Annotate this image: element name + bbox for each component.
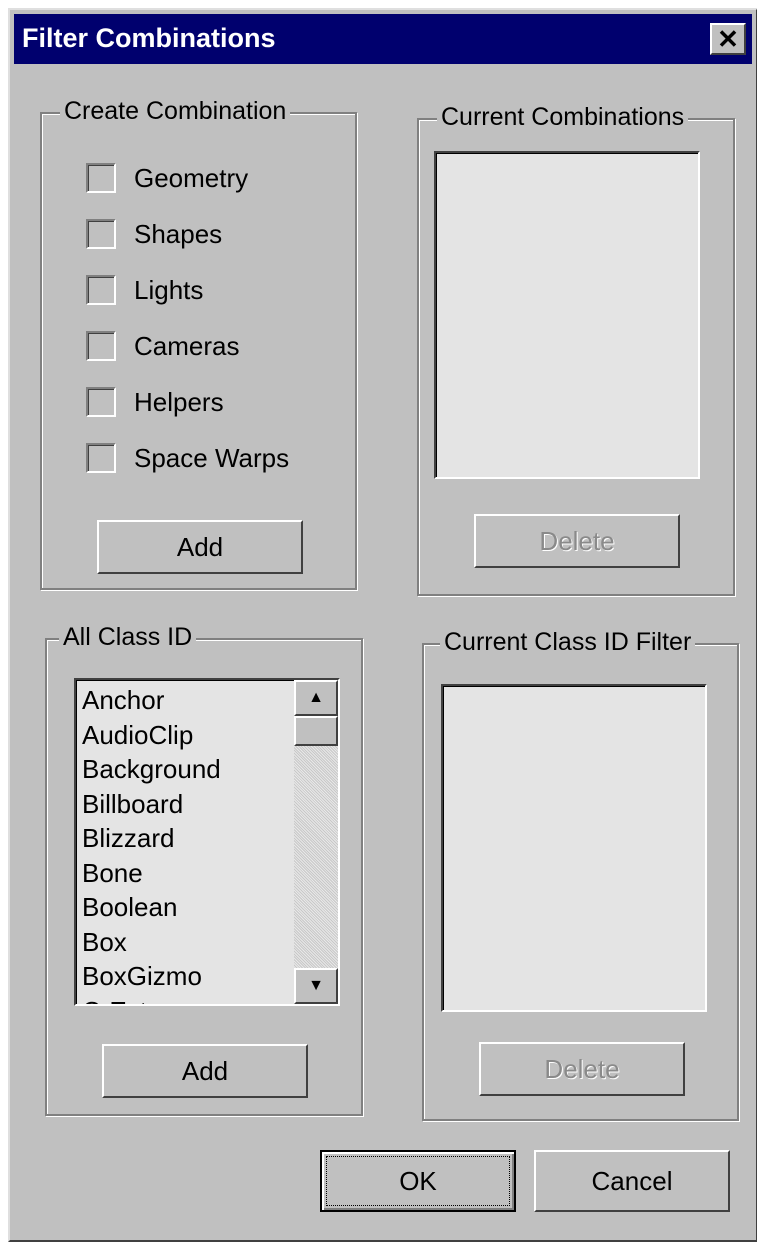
cameras-label: Cameras: [134, 330, 240, 361]
lights-label: Lights: [134, 274, 204, 305]
checkbox-space-warps[interactable]: Space Warps: [86, 441, 289, 475]
filter-combinations-dialog: Filter Combinations ✕ Create Combination…: [8, 8, 757, 1242]
current-combinations-label: Current Combinations: [437, 103, 689, 132]
list-item[interactable]: Anchor: [82, 683, 221, 718]
scroll-up-button[interactable]: ▲: [294, 680, 338, 716]
shapes-checkbox[interactable]: [86, 219, 116, 249]
add-class-id-button[interactable]: Add: [102, 1044, 308, 1098]
scroll-thumb[interactable]: [294, 716, 338, 746]
checkbox-geometry[interactable]: Geometry: [86, 161, 248, 195]
checkbox-lights[interactable]: Lights: [86, 273, 203, 307]
list-item[interactable]: Boolean: [82, 890, 221, 925]
delete-combination-label: Delete: [539, 525, 615, 556]
cancel-button[interactable]: Cancel: [534, 1150, 730, 1212]
helpers-label: Helpers: [134, 386, 224, 417]
list-item[interactable]: Billboard: [82, 787, 221, 822]
checkbox-cameras[interactable]: Cameras: [86, 329, 239, 363]
add-class-id-label: Add: [181, 1055, 229, 1086]
list-item[interactable]: Background: [82, 752, 221, 787]
ok-button[interactable]: OK: [320, 1150, 516, 1212]
add-combination-button[interactable]: Add: [97, 520, 303, 574]
delete-class-id-button[interactable]: Delete: [479, 1042, 685, 1096]
list-item[interactable]: BoxGizmo: [82, 959, 221, 994]
scroll-down-icon: ▼: [308, 977, 324, 994]
cancel-label: Cancel: [591, 1165, 673, 1196]
all-class-id-list[interactable]: Anchor AudioClip Background Billboard Bl…: [74, 678, 340, 1006]
space-warps-label: Space Warps: [134, 442, 290, 473]
create-combination-group: Create Combination Geometry Shapes Light…: [40, 97, 357, 590]
current-class-id-filter-list[interactable]: [441, 684, 707, 1012]
delete-combination-button[interactable]: Delete: [474, 514, 680, 568]
add-combination-label: Add: [176, 531, 224, 562]
create-combination-label: Create Combination: [60, 97, 291, 126]
scroll-down-button[interactable]: ▼: [294, 968, 338, 1004]
current-class-id-filter-label: Current Class ID Filter: [440, 628, 696, 657]
all-class-id-label: All Class ID: [59, 623, 197, 652]
list-item[interactable]: Box: [82, 925, 221, 960]
list-item[interactable]: AudioClip: [82, 718, 221, 753]
current-combinations-list[interactable]: [434, 151, 700, 479]
shapes-label: Shapes: [134, 218, 223, 249]
current-combinations-group: Current Combinations Delete: [417, 103, 735, 596]
geometry-checkbox[interactable]: [86, 163, 116, 193]
helpers-checkbox[interactable]: [86, 387, 116, 417]
window-title: Filter Combinations: [22, 23, 276, 53]
checkbox-shapes[interactable]: Shapes: [86, 217, 222, 251]
list-item[interactable]: Bone: [82, 856, 221, 891]
lights-checkbox[interactable]: [86, 275, 116, 305]
checkbox-helpers[interactable]: Helpers: [86, 385, 224, 419]
cameras-checkbox[interactable]: [86, 331, 116, 361]
class-id-items: Anchor AudioClip Background Billboard Bl…: [82, 683, 221, 1005]
class-id-scrollbar[interactable]: ▲ ▼: [294, 680, 338, 1004]
delete-class-id-label: Delete: [544, 1053, 620, 1084]
scroll-up-icon: ▲: [308, 689, 324, 706]
all-class-id-group: All Class ID Anchor AudioClip Background…: [45, 623, 363, 1116]
space-warps-checkbox[interactable]: [86, 443, 116, 473]
current-class-id-filter-group: Current Class ID Filter Delete: [422, 628, 739, 1121]
list-item[interactable]: C-Ext: [82, 994, 221, 1005]
focus-ring: [326, 1156, 510, 1206]
close-button[interactable]: ✕: [710, 23, 746, 55]
list-item[interactable]: Blizzard: [82, 821, 221, 856]
title-bar[interactable]: Filter Combinations ✕: [14, 14, 752, 64]
close-icon: ✕: [717, 23, 739, 54]
geometry-label: Geometry: [134, 162, 249, 193]
